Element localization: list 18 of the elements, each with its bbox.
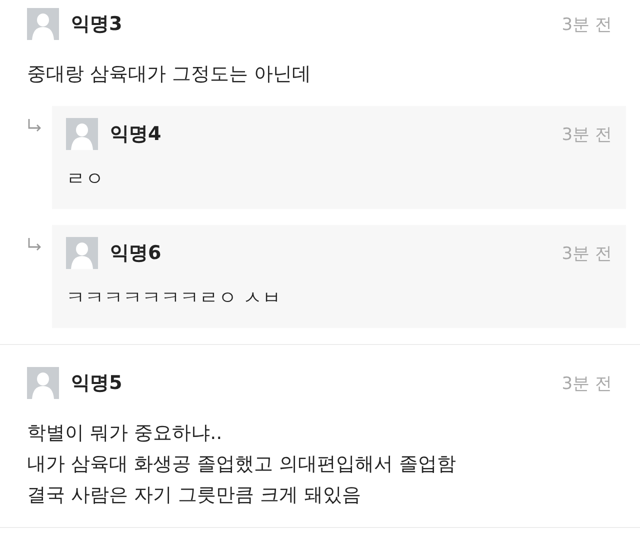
avatar-icon (27, 367, 59, 399)
author-name: 익명5 (71, 371, 122, 396)
reply-text: ㄹㅇ (66, 167, 105, 192)
author-name: 익명6 (110, 241, 162, 266)
avatar-icon (27, 8, 59, 40)
timestamp: 3분 전 (562, 372, 612, 394)
reply-arrow-icon (27, 237, 43, 251)
timestamp: 3분 전 (562, 14, 612, 36)
reply-text: ㅋㅋㅋㅋㅋㅋㅋㄹㅇ ㅅㅂ (66, 286, 282, 311)
timestamp: 3분 전 (562, 124, 612, 146)
author-name: 익명4 (110, 122, 162, 147)
reply-arrow-icon (27, 118, 43, 132)
avatar-icon (66, 237, 98, 269)
timestamp: 3분 전 (562, 242, 612, 264)
comment-text: 학별이 뭐가 중요하냐.. 내가 삼육대 화생공 졸업했고 의대편입해서 졸업함 결국 사람은 자기 그릇만큼 크게 돼있음 (27, 421, 458, 508)
author-name: 익명3 (71, 12, 122, 37)
comment-text: 중대랑 삼육대가 그정도는 아닌데 (27, 62, 312, 87)
avatar-icon (66, 118, 98, 150)
